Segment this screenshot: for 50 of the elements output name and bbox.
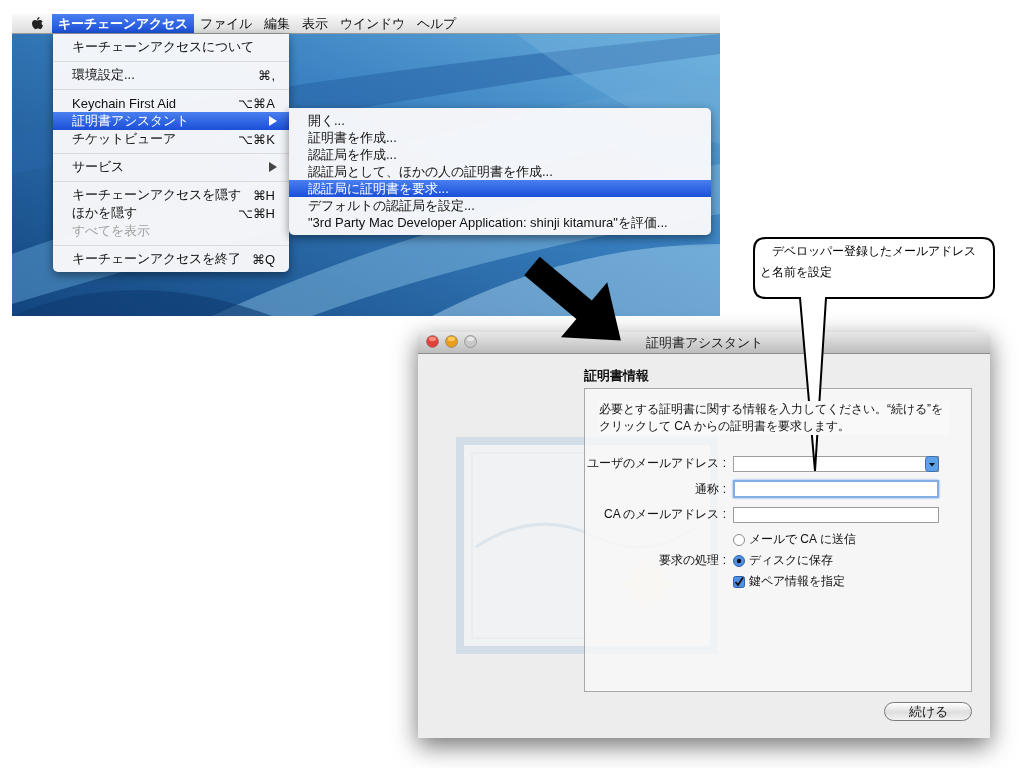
shortcut-label: ⌘, [258, 67, 275, 83]
shortcut-label: ⌘H [252, 187, 275, 203]
menu-bar-item[interactable]: ウインドウ [334, 14, 411, 33]
field-label: 要求の処理 : [658, 552, 726, 569]
radio-label: ディスクに保存 [749, 552, 833, 569]
radio-label: メールで CA に送信 [749, 531, 856, 548]
menu-item[interactable]: 認証局として、ほかの人の証明書を作成... [289, 163, 711, 180]
menu-item[interactable]: キーチェーンアクセスを隠す ⌘H [53, 186, 289, 204]
menu-item[interactable]: キーチェーンアクセスについて [53, 38, 289, 56]
minimize-button[interactable] [445, 335, 458, 348]
menu-bar-item[interactable]: 表示 [296, 14, 334, 33]
menu-bar-item[interactable]: キーチェーンアクセス [52, 14, 194, 33]
window-title: 証明書アシスタント [645, 333, 763, 352]
menu-item[interactable]: ほかを隠す ⌥⌘H [53, 204, 289, 222]
section-heading: 証明書情報 [584, 367, 649, 385]
field-label: 通称 : [694, 480, 726, 498]
menu-item[interactable]: チケットビューア ⌥⌘K [53, 130, 289, 148]
field-label: CA のメールアドレス : [603, 506, 726, 523]
callout-text: デベロッパー登録したメールアドレスと名前を設定 [760, 243, 977, 281]
menu-item[interactable]: 開く... [289, 112, 711, 129]
shortcut-label: ⌥⌘H [237, 205, 275, 221]
dropdown-icon[interactable] [925, 455, 939, 472]
menu-item[interactable]: 証明書を作成... [289, 129, 711, 146]
menu-bar-item[interactable]: ファイル [194, 14, 258, 33]
menu-item[interactable]: サービス [53, 158, 289, 176]
menu-bar-item[interactable]: 編集 [258, 14, 296, 33]
email-combo-box[interactable] [733, 455, 939, 472]
field-label: ユーザのメールアドレス : [586, 455, 726, 472]
menu-item[interactable]: 認証局を作成... [289, 146, 711, 163]
shortcut-label: ⌥⌘A [238, 95, 275, 111]
menu-item[interactable]: デフォルトの認証局を設定... [289, 197, 711, 214]
input-field[interactable] [733, 480, 939, 498]
menu-item[interactable]: キーチェーンアクセスを終了 ⌘Q [53, 250, 289, 268]
apple-icon[interactable] [30, 15, 44, 32]
close-button[interactable] [426, 335, 439, 348]
menu-item[interactable]: 環境設定... ⌘, [53, 66, 289, 84]
continue-button[interactable]: 続ける [884, 702, 972, 721]
menu-item[interactable]: 証明書アシスタント [53, 112, 289, 130]
menu-item[interactable]: "3rd Party Mac Developer Application: shinji kitamura"を評価... [289, 214, 711, 231]
input-field[interactable] [733, 506, 939, 523]
menu-item[interactable]: 認証局に証明書を要求... [289, 180, 711, 197]
shortcut-label: ⌘Q [251, 251, 275, 267]
radio-button[interactable] [733, 554, 745, 567]
checkbox[interactable] [733, 575, 745, 588]
zoom-button[interactable] [464, 335, 477, 348]
menu-item[interactable]: Keychain First Aid ⌥⌘A [53, 94, 289, 112]
menu-bar-item[interactable]: ヘルプ [411, 14, 462, 33]
radio-button[interactable] [733, 533, 745, 546]
checkbox-label: 鍵ペア情報を指定 [749, 573, 845, 590]
shortcut-label: ⌥⌘K [238, 131, 275, 147]
